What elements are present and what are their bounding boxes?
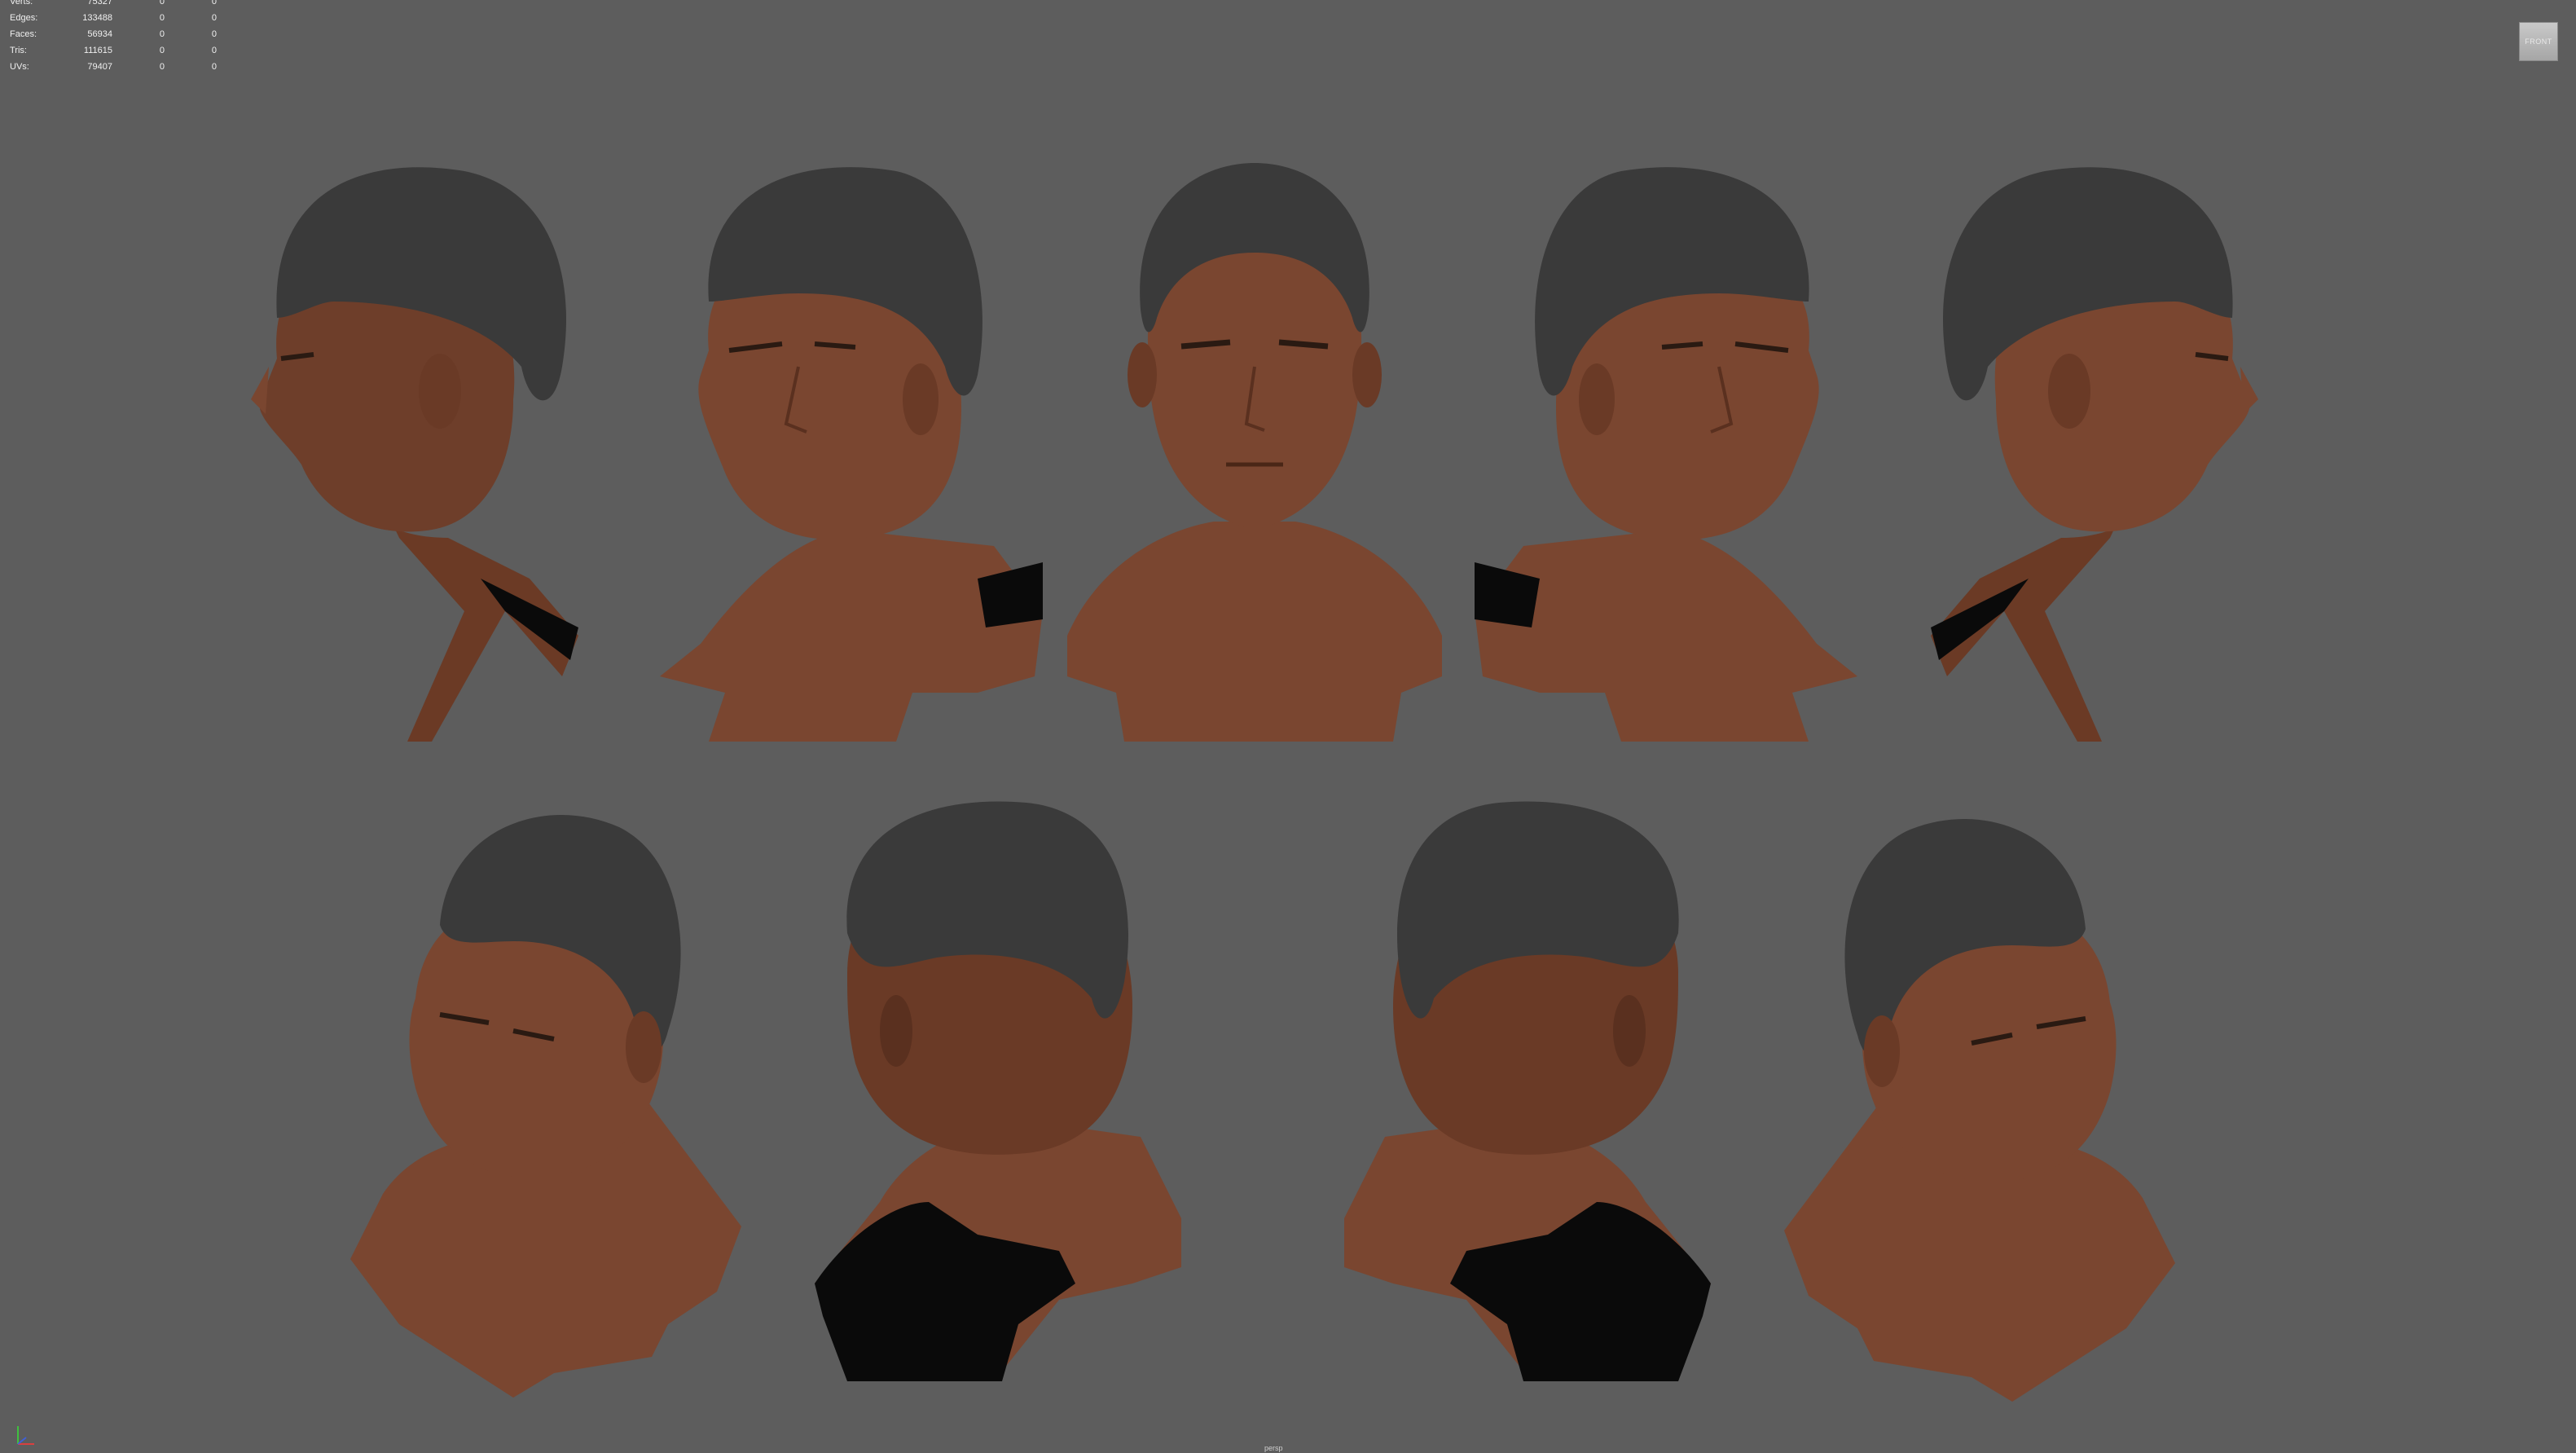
head-render-high-right-three-quarter [1784, 819, 2175, 1402]
head-render-high-left-three-quarter [350, 815, 741, 1398]
hud-row-tris: Tris: 111615 0 0 [8, 42, 220, 59]
3d-viewport[interactable]: Verts: 75327 0 0 Edges: 133488 0 0 Faces… [0, 0, 2576, 1453]
head-render-right-profile [1931, 167, 2258, 742]
hud-row-edges: Edges: 133488 0 0 [8, 10, 220, 26]
hud-value: 0 [159, 0, 165, 7]
hud-label: UVs: [10, 62, 29, 72]
hud-value: 0 [159, 62, 165, 72]
hud-value: 0 [211, 29, 217, 39]
hud-value: 56934 [87, 29, 112, 39]
hud-label: Verts: [10, 0, 33, 7]
head-render-right-three-quarter [1475, 167, 1857, 742]
hud-row-uvs: UVs: 79407 0 0 [8, 59, 220, 75]
head-render-back-right [1344, 801, 1711, 1381]
hud-row-faces: Faces: 56934 0 0 [8, 26, 220, 42]
hud-value: 0 [159, 46, 165, 55]
head-render-front [1067, 163, 1442, 742]
hud-label: Edges: [10, 13, 38, 23]
hud-label: Faces: [10, 29, 37, 39]
head-render-back-left [815, 801, 1181, 1381]
head-render-left-three-quarter [660, 167, 1043, 742]
hud-value: 0 [159, 13, 165, 23]
hud-value: 133488 [82, 13, 112, 23]
hud-value: 111615 [83, 46, 112, 55]
hud-value: 0 [211, 46, 217, 55]
hud-row-verts: Verts: 75327 0 0 [8, 0, 220, 10]
head-render-left-profile [251, 167, 578, 742]
hud-value: 0 [159, 29, 165, 39]
hud-value: 75327 [87, 0, 112, 7]
view-cube-label: FRONT [2525, 37, 2552, 46]
camera-name-label: persp [1264, 1444, 1283, 1452]
heads-up-display-poly-count: Verts: 75327 0 0 Edges: 133488 0 0 Faces… [8, 0, 220, 75]
hud-value: 0 [211, 13, 217, 23]
axis-gizmo-icon [17, 1426, 34, 1445]
hud-value: 0 [211, 0, 217, 7]
hud-label: Tris: [10, 46, 27, 55]
view-cube[interactable]: FRONT [2519, 22, 2558, 61]
hud-value: 79407 [87, 62, 112, 72]
hud-value: 0 [211, 62, 217, 72]
